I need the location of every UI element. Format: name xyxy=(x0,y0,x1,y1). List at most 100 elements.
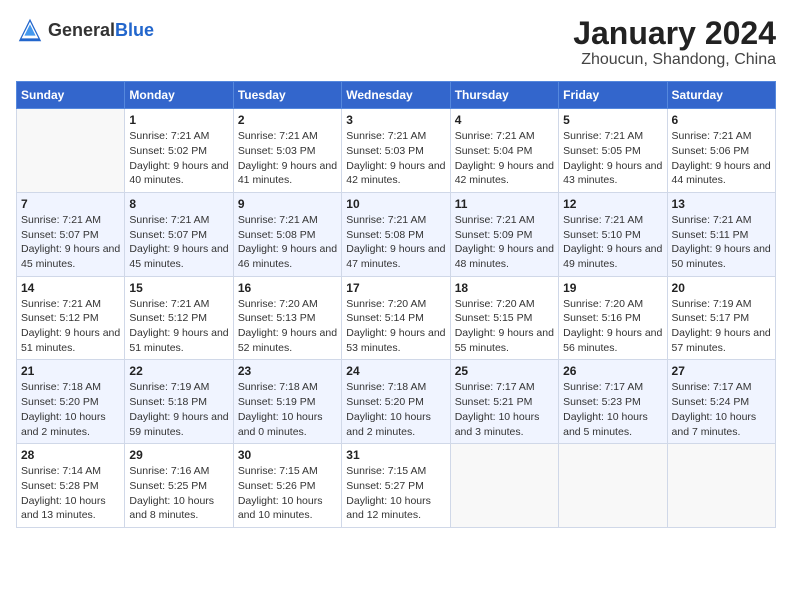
table-cell: 29 Sunrise: 7:16 AM Sunset: 5:25 PM Dayli… xyxy=(125,444,233,528)
day-info: Sunrise: 7:20 AM Sunset: 5:16 PM Dayligh… xyxy=(563,297,662,356)
title-section: January 2024 Zhoucun, Shandong, China xyxy=(573,16,776,69)
day-number: 19 xyxy=(563,281,662,295)
header-row: Sunday Monday Tuesday Wednesday Thursday… xyxy=(17,82,776,109)
day-info: Sunrise: 7:14 AM Sunset: 5:28 PM Dayligh… xyxy=(21,464,120,523)
table-cell: 10 Sunrise: 7:21 AM Sunset: 5:08 PM Dayli… xyxy=(342,192,450,276)
day-number: 3 xyxy=(346,113,445,127)
day-number: 10 xyxy=(346,197,445,211)
day-info: Sunrise: 7:21 AM Sunset: 5:03 PM Dayligh… xyxy=(346,129,445,188)
col-tuesday: Tuesday xyxy=(233,82,341,109)
day-info: Sunrise: 7:18 AM Sunset: 5:20 PM Dayligh… xyxy=(21,380,120,439)
day-number: 16 xyxy=(238,281,337,295)
table-cell xyxy=(667,444,775,528)
day-number: 15 xyxy=(129,281,228,295)
table-cell: 31Sunrise: 7:15 AM Sunset: 5:27 PM Dayli… xyxy=(342,444,450,528)
day-info: Sunrise: 7:21 AM Sunset: 5:02 PM Dayligh… xyxy=(129,129,228,188)
day-number: 6 xyxy=(672,113,771,127)
table-cell xyxy=(17,109,125,193)
day-info: Sunrise: 7:21 AM Sunset: 5:07 PM Dayligh… xyxy=(21,213,120,272)
page-header: GeneralBlue January 2024 Zhoucun, Shando… xyxy=(16,16,776,69)
calendar-row: 21 Sunrise: 7:18 AM Sunset: 5:20 PM Dayli… xyxy=(17,360,776,444)
table-cell: 17 Sunrise: 7:20 AM Sunset: 5:14 PM Dayli… xyxy=(342,276,450,360)
day-info: Sunrise: 7:21 AM Sunset: 5:09 PM Dayligh… xyxy=(455,213,554,272)
table-cell: 9 Sunrise: 7:21 AM Sunset: 5:08 PM Daylig… xyxy=(233,192,341,276)
table-cell: 1 Sunrise: 7:21 AM Sunset: 5:02 PM Daylig… xyxy=(125,109,233,193)
table-cell: 24 Sunrise: 7:18 AM Sunset: 5:20 PM Dayli… xyxy=(342,360,450,444)
day-number: 28 xyxy=(21,448,120,462)
table-cell: 21 Sunrise: 7:18 AM Sunset: 5:20 PM Dayli… xyxy=(17,360,125,444)
day-number: 12 xyxy=(563,197,662,211)
day-info: Sunrise: 7:17 AM Sunset: 5:21 PM Dayligh… xyxy=(455,380,554,439)
day-number: 24 xyxy=(346,364,445,378)
day-info: Sunrise: 7:20 AM Sunset: 5:14 PM Dayligh… xyxy=(346,297,445,356)
day-number: 20 xyxy=(672,281,771,295)
day-number: 30 xyxy=(238,448,337,462)
table-cell xyxy=(559,444,667,528)
month-title: January 2024 xyxy=(573,16,776,51)
table-cell: 16Sunrise: 7:20 AM Sunset: 5:13 PM Dayli… xyxy=(233,276,341,360)
day-number: 4 xyxy=(455,113,554,127)
col-sunday: Sunday xyxy=(17,82,125,109)
day-info: Sunrise: 7:21 AM Sunset: 5:12 PM Dayligh… xyxy=(129,297,228,356)
day-number: 22 xyxy=(129,364,228,378)
table-cell: 28 Sunrise: 7:14 AM Sunset: 5:28 PM Dayli… xyxy=(17,444,125,528)
day-number: 27 xyxy=(672,364,771,378)
day-number: 2 xyxy=(238,113,337,127)
day-number: 26 xyxy=(563,364,662,378)
day-info: Sunrise: 7:21 AM Sunset: 5:07 PM Dayligh… xyxy=(129,213,228,272)
col-saturday: Saturday xyxy=(667,82,775,109)
logo-blue: Blue xyxy=(115,20,154,40)
day-number: 13 xyxy=(672,197,771,211)
table-cell: 22 Sunrise: 7:19 AM Sunset: 5:18 PM Dayli… xyxy=(125,360,233,444)
day-number: 17 xyxy=(346,281,445,295)
table-cell xyxy=(450,444,558,528)
day-number: 29 xyxy=(129,448,228,462)
day-info: Sunrise: 7:18 AM Sunset: 5:20 PM Dayligh… xyxy=(346,380,445,439)
day-info: Sunrise: 7:17 AM Sunset: 5:24 PM Dayligh… xyxy=(672,380,771,439)
day-info: Sunrise: 7:21 AM Sunset: 5:11 PM Dayligh… xyxy=(672,213,771,272)
day-number: 14 xyxy=(21,281,120,295)
day-info: Sunrise: 7:21 AM Sunset: 5:03 PM Dayligh… xyxy=(238,129,337,188)
day-number: 21 xyxy=(21,364,120,378)
day-number: 5 xyxy=(563,113,662,127)
day-number: 31 xyxy=(346,448,445,462)
day-number: 9 xyxy=(238,197,337,211)
table-cell: 12Sunrise: 7:21 AM Sunset: 5:10 PM Dayli… xyxy=(559,192,667,276)
table-cell: 23 Sunrise: 7:18 AM Sunset: 5:19 PM Dayli… xyxy=(233,360,341,444)
table-cell: 8 Sunrise: 7:21 AM Sunset: 5:07 PM Daylig… xyxy=(125,192,233,276)
table-cell: 7Sunrise: 7:21 AM Sunset: 5:07 PM Daylig… xyxy=(17,192,125,276)
col-monday: Monday xyxy=(125,82,233,109)
col-thursday: Thursday xyxy=(450,82,558,109)
table-cell: 6 Sunrise: 7:21 AM Sunset: 5:06 PM Daylig… xyxy=(667,109,775,193)
table-cell: 4 Sunrise: 7:21 AM Sunset: 5:04 PM Daylig… xyxy=(450,109,558,193)
table-cell: 18Sunrise: 7:20 AM Sunset: 5:15 PM Dayli… xyxy=(450,276,558,360)
day-info: Sunrise: 7:21 AM Sunset: 5:08 PM Dayligh… xyxy=(238,213,337,272)
day-info: Sunrise: 7:16 AM Sunset: 5:25 PM Dayligh… xyxy=(129,464,228,523)
day-info: Sunrise: 7:21 AM Sunset: 5:12 PM Dayligh… xyxy=(21,297,120,356)
day-info: Sunrise: 7:21 AM Sunset: 5:08 PM Dayligh… xyxy=(346,213,445,272)
calendar-row: 1 Sunrise: 7:21 AM Sunset: 5:02 PM Daylig… xyxy=(17,109,776,193)
logo: GeneralBlue xyxy=(16,16,154,44)
calendar-row: 14 Sunrise: 7:21 AM Sunset: 5:12 PM Dayli… xyxy=(17,276,776,360)
col-wednesday: Wednesday xyxy=(342,82,450,109)
table-cell: 13 Sunrise: 7:21 AM Sunset: 5:11 PM Dayli… xyxy=(667,192,775,276)
day-info: Sunrise: 7:21 AM Sunset: 5:04 PM Dayligh… xyxy=(455,129,554,188)
day-number: 25 xyxy=(455,364,554,378)
calendar-table: Sunday Monday Tuesday Wednesday Thursday… xyxy=(16,81,776,528)
day-info: Sunrise: 7:19 AM Sunset: 5:18 PM Dayligh… xyxy=(129,380,228,439)
day-info: Sunrise: 7:17 AM Sunset: 5:23 PM Dayligh… xyxy=(563,380,662,439)
calendar-row: 28 Sunrise: 7:14 AM Sunset: 5:28 PM Dayli… xyxy=(17,444,776,528)
table-cell: 11Sunrise: 7:21 AM Sunset: 5:09 PM Dayli… xyxy=(450,192,558,276)
day-info: Sunrise: 7:21 AM Sunset: 5:06 PM Dayligh… xyxy=(672,129,771,188)
day-number: 1 xyxy=(129,113,228,127)
table-cell: 19 Sunrise: 7:20 AM Sunset: 5:16 PM Dayli… xyxy=(559,276,667,360)
day-info: Sunrise: 7:18 AM Sunset: 5:19 PM Dayligh… xyxy=(238,380,337,439)
day-number: 23 xyxy=(238,364,337,378)
day-number: 18 xyxy=(455,281,554,295)
table-cell: 3 Sunrise: 7:21 AM Sunset: 5:03 PM Daylig… xyxy=(342,109,450,193)
day-number: 8 xyxy=(129,197,228,211)
day-info: Sunrise: 7:19 AM Sunset: 5:17 PM Dayligh… xyxy=(672,297,771,356)
logo-general: General xyxy=(48,20,115,40)
logo-icon xyxy=(16,16,44,44)
day-info: Sunrise: 7:15 AM Sunset: 5:26 PM Dayligh… xyxy=(238,464,337,523)
